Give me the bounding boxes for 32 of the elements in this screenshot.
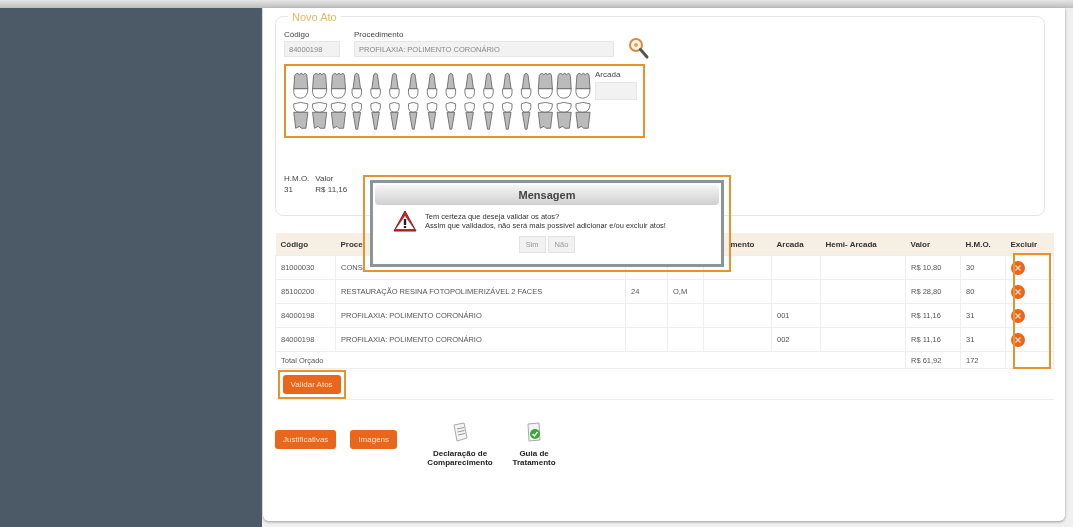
- warning-icon: [393, 210, 417, 232]
- validate-button[interactable]: Validar Atos: [282, 374, 341, 394]
- field-label: H.M.O.: [284, 174, 310, 183]
- document-link[interactable]: Guia de Tratamento: [499, 449, 570, 468]
- dialog-title: Mensagem: [375, 185, 719, 205]
- column-header: mento: [730, 239, 755, 249]
- form-legend: Novo Ato: [288, 11, 341, 23]
- action-button[interactable]: Justificativas: [275, 430, 337, 449]
- teeth-drawing[interactable]: [290, 70, 591, 132]
- delete-icon[interactable]: [1011, 332, 1025, 347]
- field-label: Código: [284, 30, 311, 39]
- search-icon[interactable]: [628, 37, 650, 61]
- arch-field[interactable]: [595, 82, 637, 100]
- action-button[interactable]: Imagens: [350, 430, 398, 449]
- column-header: Excluir: [1010, 239, 1038, 249]
- field-label: Valor: [315, 174, 335, 183]
- document-icon[interactable]: [451, 422, 470, 442]
- field-label: Procedimento: [354, 30, 405, 39]
- column-header: Arcada: [776, 239, 804, 249]
- delete-icon[interactable]: [1011, 260, 1025, 275]
- column-header: Proce: [340, 239, 363, 249]
- field-label: Arcada: [595, 70, 622, 79]
- column-header: Hemi- Arcada: [825, 239, 877, 249]
- document-check-icon[interactable]: [525, 422, 544, 442]
- column-header: Valor: [910, 239, 931, 249]
- delete-icon[interactable]: [1011, 308, 1025, 323]
- document-link[interactable]: Declaração de Comparecimento: [425, 449, 496, 468]
- column-header: Código: [280, 239, 309, 249]
- price-value: R$ 11,16: [315, 185, 348, 194]
- delete-icon[interactable]: [1011, 284, 1025, 299]
- hmo-value: 31: [284, 185, 294, 194]
- column-header: H.M.O.: [965, 239, 991, 249]
